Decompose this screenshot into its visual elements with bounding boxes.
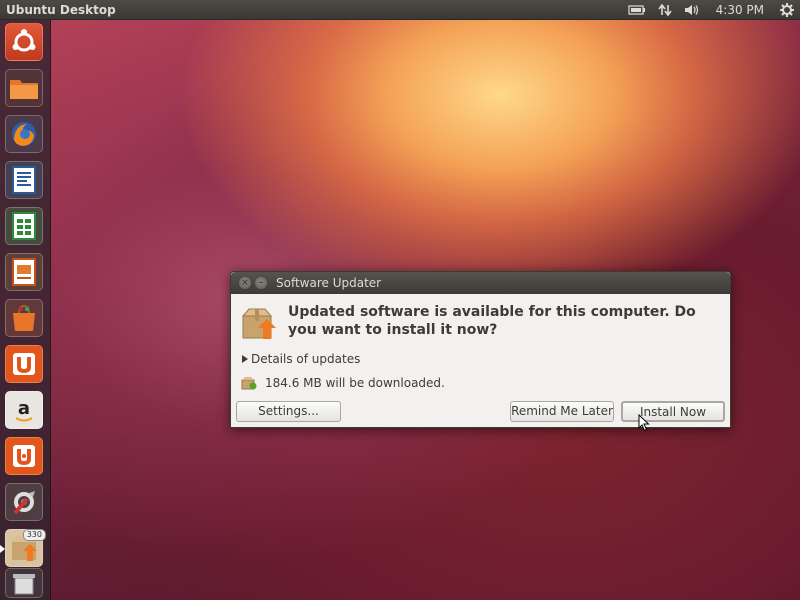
- launcher-software-center[interactable]: [5, 299, 43, 337]
- impress-icon: [12, 258, 36, 286]
- launcher-amazon[interactable]: a: [5, 391, 43, 429]
- update-headline: Updated software is available for this c…: [288, 304, 696, 338]
- dialog-title: Software Updater: [276, 276, 382, 290]
- launcher-ubuntu-one-music[interactable]: [5, 437, 43, 475]
- download-icon: [241, 377, 257, 390]
- launcher-system-settings[interactable]: [5, 483, 43, 521]
- details-expander[interactable]: Details of updates: [242, 352, 360, 366]
- details-label: Details of updates: [251, 352, 361, 366]
- ubuntu-one-music-icon: [13, 445, 35, 467]
- firefox-icon: [12, 122, 36, 146]
- window-title: Ubuntu Desktop: [6, 3, 116, 17]
- software-updater-dialog: × – Software Updater Updated software is…: [230, 271, 731, 428]
- ubuntu-logo-icon: [12, 29, 36, 52]
- launcher-files[interactable]: [5, 69, 43, 107]
- expander-triangle-icon: [242, 355, 248, 363]
- launcher-trash[interactable]: [5, 568, 43, 598]
- session-gear-icon[interactable]: [774, 0, 800, 20]
- install-now-button[interactable]: Install Now: [621, 401, 725, 422]
- launcher-impress[interactable]: [5, 253, 43, 291]
- launcher-firefox[interactable]: [5, 115, 43, 153]
- close-icon[interactable]: ×: [239, 277, 251, 289]
- download-size-text: 184.6 MB will be downloaded.: [265, 376, 445, 390]
- network-icon[interactable]: [652, 0, 678, 20]
- ubuntu-one-icon: [13, 353, 35, 375]
- download-info: 184.6 MB will be downloaded.: [241, 376, 445, 390]
- dialog-titlebar[interactable]: × – Software Updater: [231, 272, 730, 294]
- mouse-cursor-icon: [638, 414, 650, 432]
- settings-icon: [13, 491, 35, 515]
- clock[interactable]: 4:30 PM: [706, 0, 774, 20]
- trash-icon: [13, 574, 35, 595]
- volume-icon[interactable]: [678, 0, 706, 20]
- launcher-ubuntu-one[interactable]: [5, 345, 43, 383]
- launcher-writer[interactable]: [5, 161, 43, 199]
- writer-icon: [12, 166, 36, 194]
- calc-icon: [12, 212, 36, 240]
- folder-icon: [10, 80, 38, 99]
- shopping-bag-icon: [13, 304, 35, 331]
- indicator-tray: 4:30 PM: [622, 0, 800, 20]
- svg-text:a: a: [18, 398, 30, 419]
- top-panel: Ubuntu Desktop 4:30 PM: [0, 0, 800, 20]
- launcher-calc[interactable]: [5, 207, 43, 245]
- remind-me-later-button[interactable]: Remind Me Later: [510, 401, 614, 422]
- minimize-icon[interactable]: –: [255, 277, 267, 289]
- launcher: a 330: [0, 20, 51, 600]
- settings-button[interactable]: Settings...: [236, 401, 341, 422]
- update-count-badge: 330: [22, 529, 46, 541]
- package-update-icon: [241, 308, 276, 339]
- amazon-icon: a: [15, 398, 33, 422]
- battery-icon[interactable]: [622, 0, 652, 20]
- launcher-software-updater[interactable]: 330: [5, 529, 46, 567]
- launcher-dash-home[interactable]: [5, 23, 43, 61]
